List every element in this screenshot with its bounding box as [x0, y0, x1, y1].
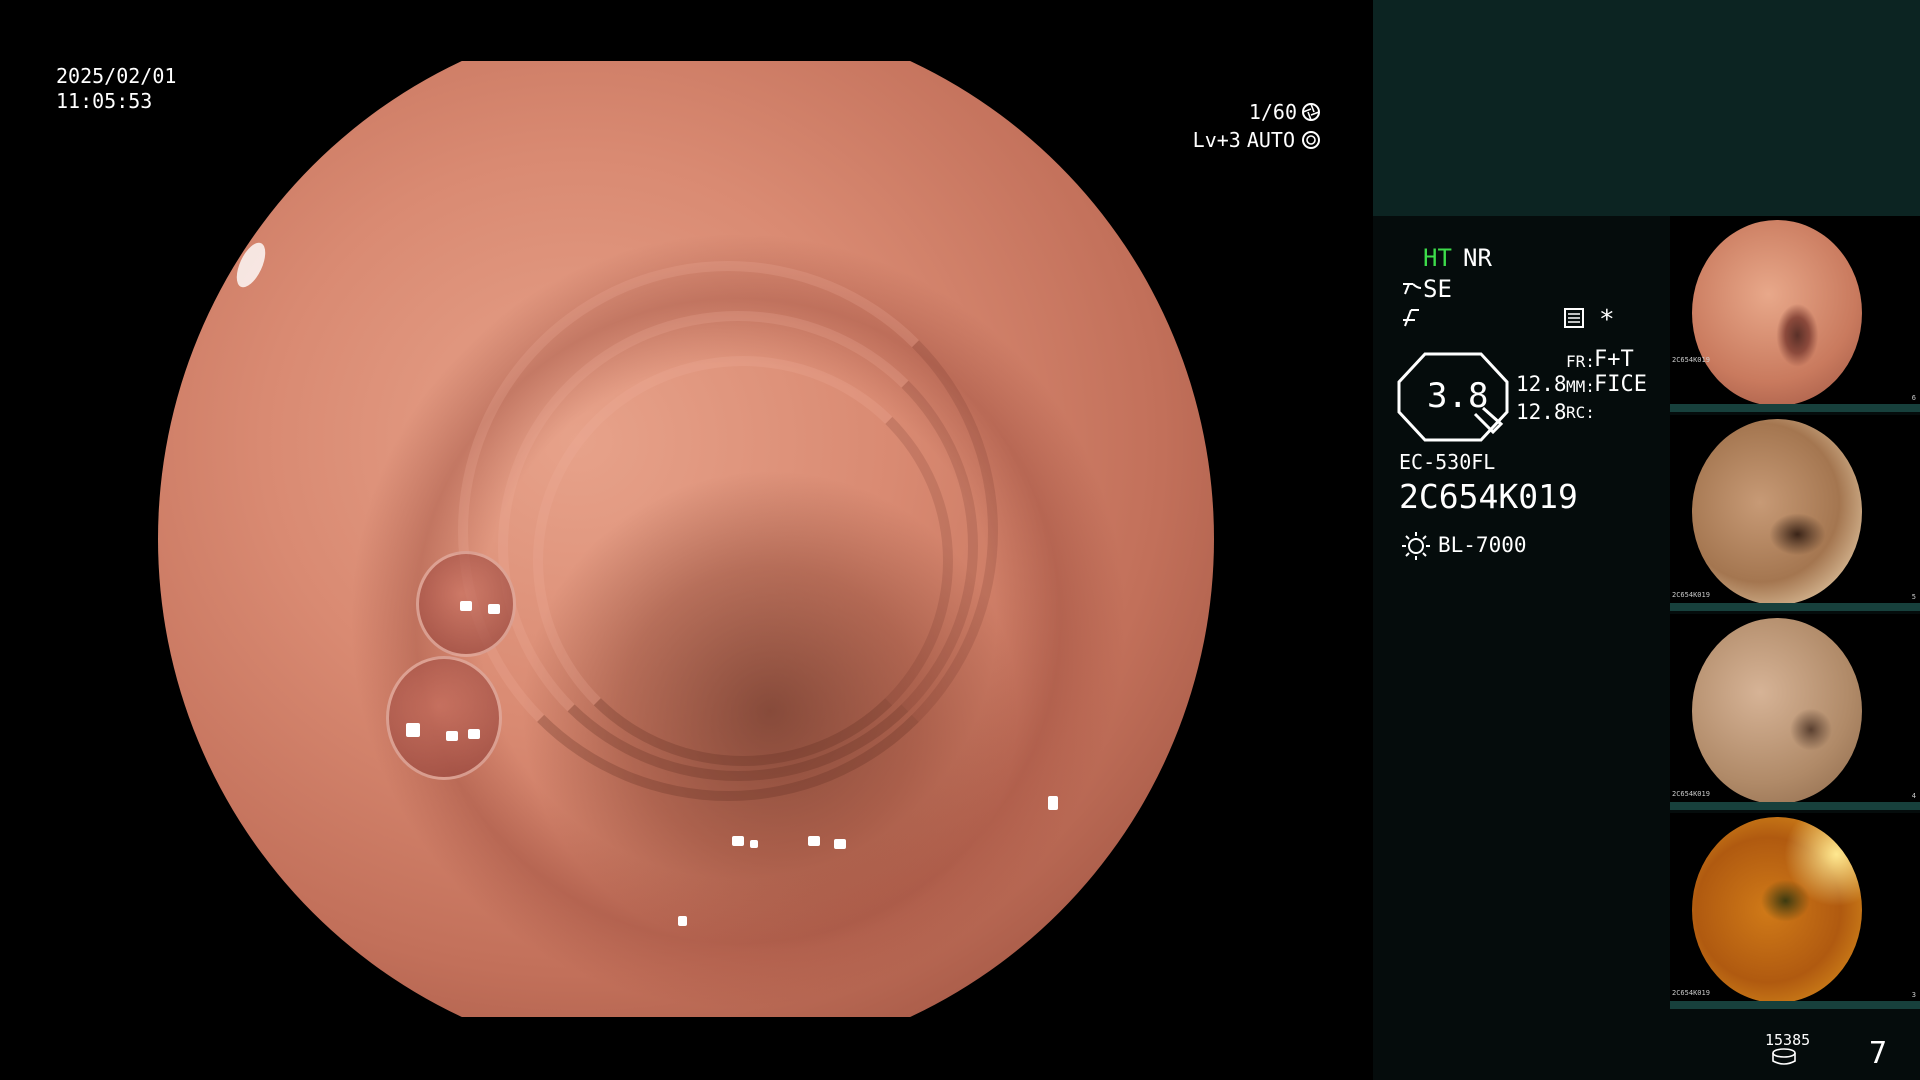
thumbnail-image — [1692, 220, 1862, 406]
line2-value: 12.8 — [1516, 400, 1567, 424]
thumbnail-2[interactable]: 2C654K019 5 — [1670, 415, 1920, 611]
fr-value: F+T — [1594, 347, 1634, 372]
thumbnail-index: 4 — [1911, 792, 1916, 800]
storage-disk-icon — [1772, 1048, 1796, 1065]
bubble — [386, 656, 502, 780]
light-source-icon — [1402, 532, 1430, 560]
thumbnail-index: 3 — [1911, 991, 1916, 999]
specular-highlight — [468, 729, 480, 739]
scope-serial: 2C654K019 — [1399, 477, 1578, 516]
endoscope-image — [158, 61, 1214, 1017]
thumbnail-bar — [1670, 404, 1920, 412]
capture-count: 7 — [1869, 1036, 1888, 1071]
specular-highlight — [678, 916, 687, 926]
specular-highlight — [230, 238, 272, 292]
light-source: BL-7000 — [1438, 533, 1527, 557]
line1-value: 12.8 — [1516, 372, 1567, 396]
iris-icon — [1302, 131, 1320, 149]
thumbnail-serial: 2C654K019 — [1672, 790, 1710, 798]
info-panel: HT NR SE * 3.8 12.8 12.8 FR: F+T MM: FIC… — [1373, 0, 1920, 1080]
zoom-value: 3.8 — [1427, 376, 1489, 416]
scope-model: EC-530FL — [1399, 450, 1496, 474]
shutter-value: 1/60 — [1248, 100, 1297, 124]
time-readout: 11:05:53 — [56, 89, 153, 113]
thumbnail-image — [1692, 817, 1862, 1003]
specular-highlight — [750, 840, 758, 848]
mm-value: FICE — [1594, 372, 1647, 397]
thumbnail-serial: 2C654K019 — [1672, 356, 1710, 364]
fr-label: FR: — [1566, 352, 1595, 371]
thumbnail-image — [1692, 419, 1862, 605]
thumbnail-bar — [1670, 1001, 1920, 1009]
rc-label: RC: — [1566, 403, 1595, 422]
thumbnail-serial: 2C654K019 — [1672, 591, 1710, 599]
storage-count: 15385 — [1765, 1031, 1811, 1049]
specular-highlight — [460, 601, 472, 611]
ht-indicator: HT — [1423, 244, 1452, 272]
edge-enhance-icon — [1403, 309, 1419, 327]
shutter-readout: 1/60 — [1249, 99, 1321, 125]
thumbnail-index: 6 — [1911, 394, 1916, 402]
specular-highlight — [488, 604, 500, 614]
exposure-readout: Lv+3 AUTO — [1193, 127, 1321, 153]
endoscope-view: 2025/02/01 11:05:53 1/60 Lv+3 AUTO — [0, 0, 1373, 1080]
specular-highlight — [834, 839, 846, 849]
specular-highlight — [446, 731, 458, 741]
specular-highlight — [808, 836, 820, 846]
settings-menu-icon — [1564, 308, 1584, 328]
shutter-icon — [1302, 103, 1320, 121]
thumbnail-bar — [1670, 802, 1920, 810]
specular-highlight — [406, 723, 420, 737]
nr-indicator: NR — [1463, 244, 1492, 272]
mucosal-fold — [533, 356, 953, 766]
level-value: Lv+3 — [1192, 128, 1241, 152]
thumbnail-bar — [1670, 603, 1920, 611]
se-indicator: SE — [1423, 275, 1452, 303]
specular-highlight — [1048, 796, 1058, 810]
thumbnail-serial: 2C654K019 — [1672, 989, 1710, 997]
mm-label: MM: — [1566, 377, 1595, 396]
star-indicator: * — [1599, 305, 1615, 335]
date-readout: 2025/02/01 — [56, 64, 177, 88]
thumbnail-4[interactable]: 2C654K019 3 — [1670, 813, 1920, 1009]
structure-enhance-icon — [1403, 283, 1422, 295]
thumbnail-1[interactable]: 2C654K019 6 — [1670, 216, 1920, 412]
specular-highlight — [732, 836, 744, 846]
exposure-mode: AUTO — [1246, 128, 1295, 152]
thumbnail-image — [1692, 618, 1862, 804]
thumbnail-3[interactable]: 2C654K019 4 — [1670, 614, 1920, 810]
thumbnail-index: 5 — [1911, 593, 1916, 601]
panel-header-area — [1373, 0, 1920, 216]
